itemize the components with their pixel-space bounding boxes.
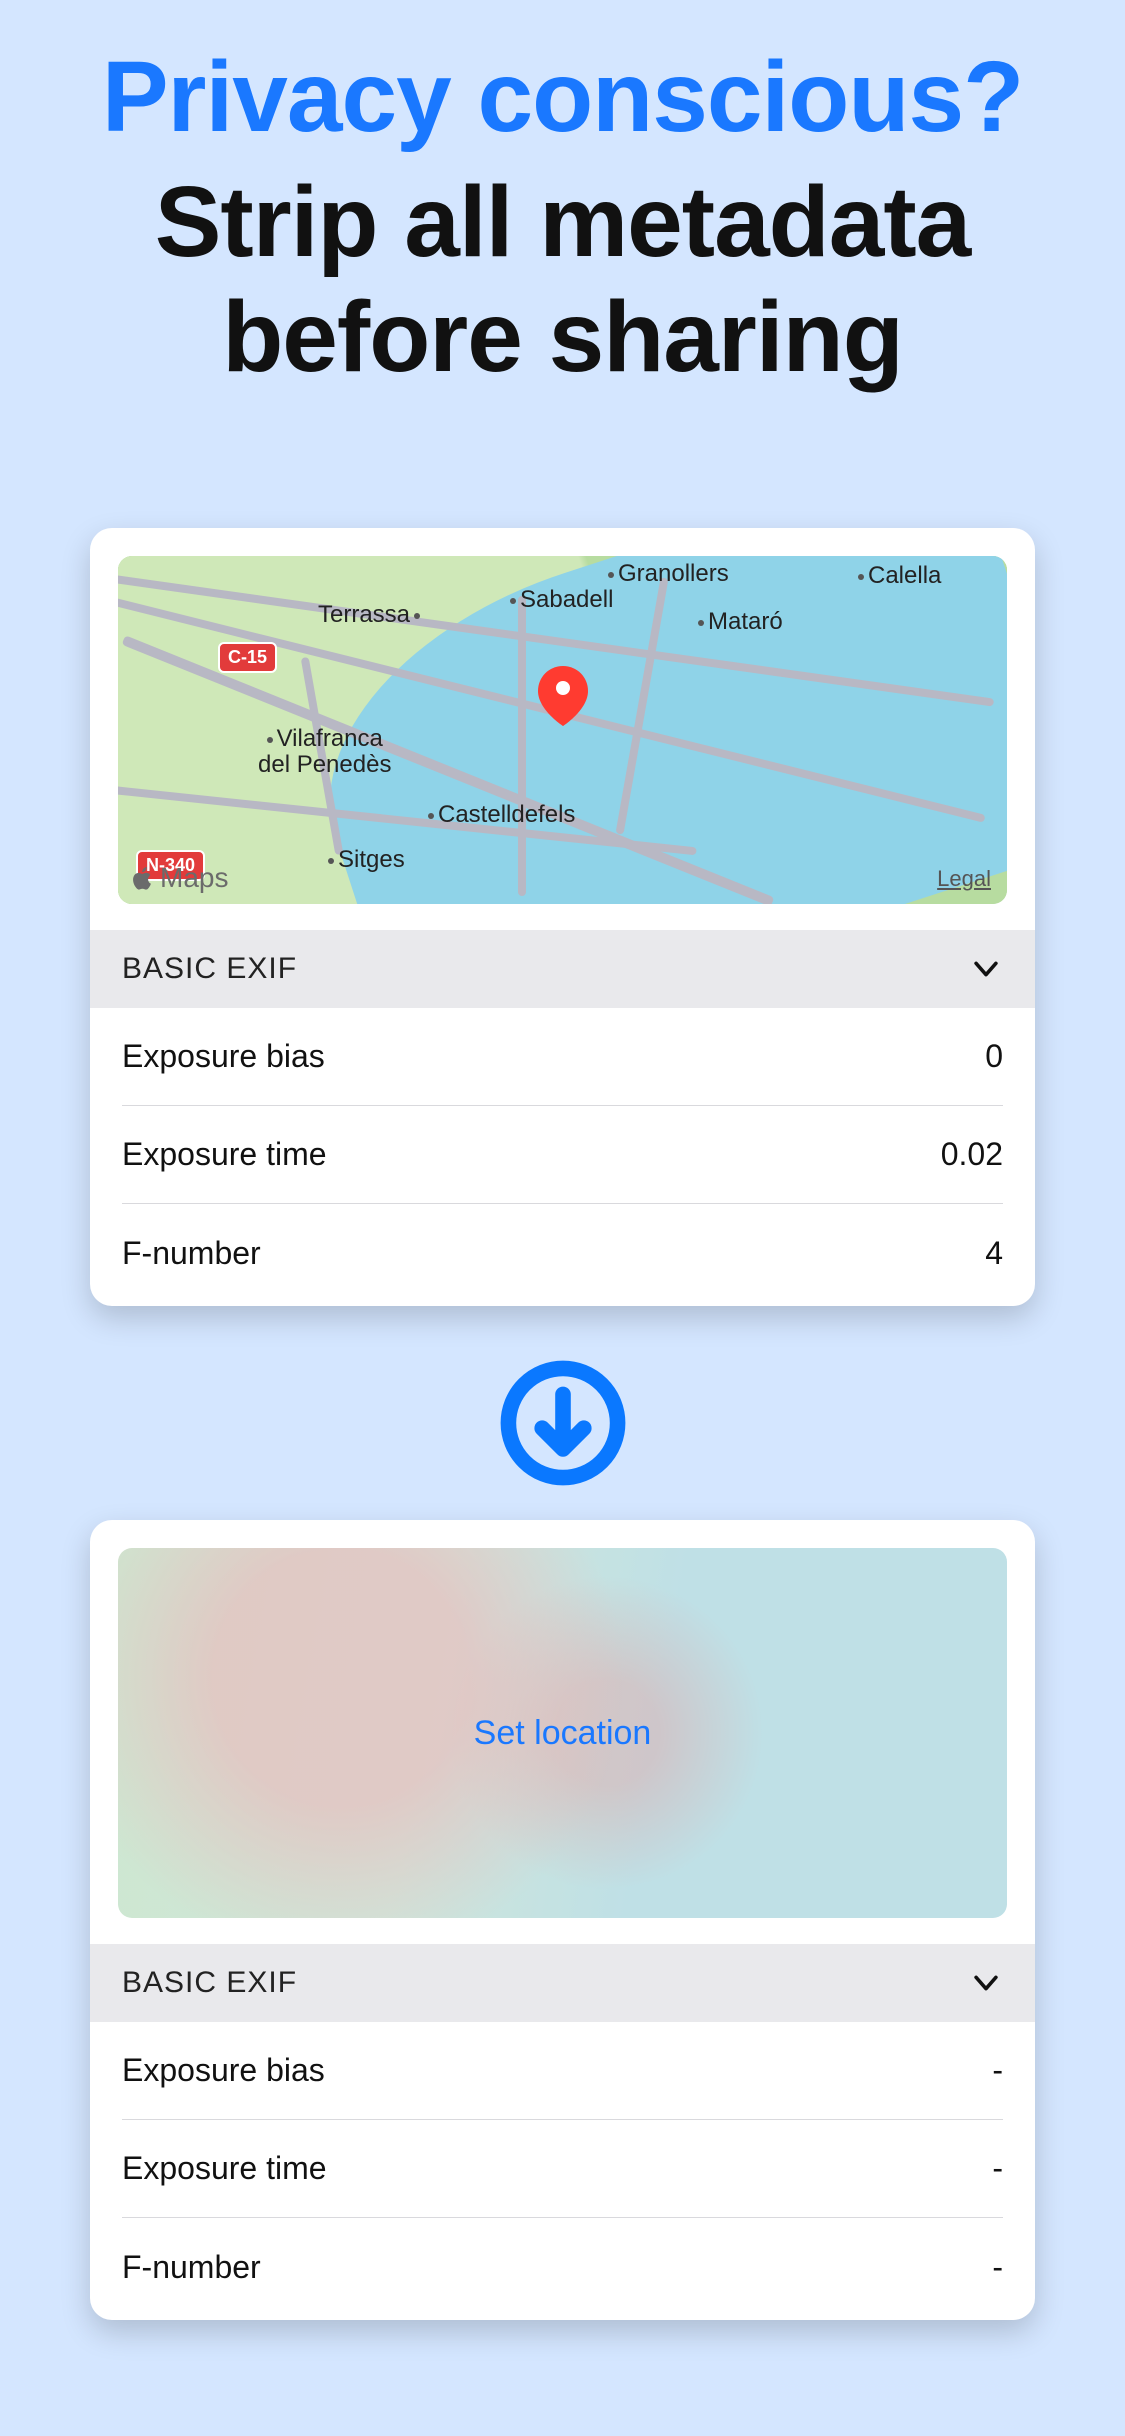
road-shield: C-15 (218, 642, 277, 673)
headline-question: Privacy conscious? (0, 40, 1125, 155)
exif-section-header[interactable]: BASIC EXIF (90, 1944, 1035, 2022)
exif-section-title: BASIC EXIF (122, 1966, 297, 2000)
exif-label: Exposure time (122, 2150, 327, 2187)
exif-row: F-number - (122, 2218, 1003, 2316)
exif-value: - (992, 2249, 1003, 2286)
map-city-label: Granollers (608, 560, 729, 588)
chevron-down-icon (969, 1966, 1003, 2000)
exif-label: Exposure bias (122, 2052, 325, 2089)
map-city-label: Vilafranca del Penedès (258, 726, 391, 779)
exif-row: Exposure time - (122, 2120, 1003, 2218)
exif-value: 0.02 (941, 1136, 1003, 1173)
apple-logo-icon (130, 865, 156, 891)
map-legal-link[interactable]: Legal (937, 866, 991, 892)
headline: Privacy conscious? Strip all metadata be… (0, 0, 1125, 395)
exif-label: Exposure time (122, 1136, 327, 1173)
exif-row: F-number 4 (122, 1204, 1003, 1302)
exif-label: F-number (122, 1235, 261, 1272)
map-road (518, 596, 526, 896)
map-preview[interactable]: Terrassa Sabadell Granollers Calella Mat… (118, 556, 1007, 904)
after-card: Set location BASIC EXIF Exposure bias - … (90, 1520, 1035, 2320)
map-city-label: Sabadell (510, 586, 613, 614)
exif-section-title: BASIC EXIF (122, 952, 297, 986)
map-city-label: Calella (858, 562, 941, 590)
chevron-down-icon (969, 952, 1003, 986)
exif-section-header[interactable]: BASIC EXIF (90, 930, 1035, 1008)
exif-row: Exposure bias 0 (122, 1008, 1003, 1106)
exif-value: 4 (985, 1235, 1003, 1272)
arrow-down-icon (498, 1358, 628, 1488)
map-city-label: Castelldefels (428, 801, 575, 829)
map-city-label: Terrassa (318, 601, 420, 629)
exif-value: - (992, 2052, 1003, 2089)
exif-label: Exposure bias (122, 1038, 325, 1075)
exif-rows: Exposure bias - Exposure time - F-number… (90, 2022, 1035, 2316)
map-city-label: Mataró (698, 608, 783, 636)
exif-row: Exposure bias - (122, 2022, 1003, 2120)
headline-statement: Strip all metadata before sharing (0, 165, 1125, 395)
before-card: Terrassa Sabadell Granollers Calella Mat… (90, 528, 1035, 1306)
set-location-button[interactable]: Set location (118, 1548, 1007, 1918)
map-city-label: Sitges (328, 846, 405, 874)
exif-row: Exposure time 0.02 (122, 1106, 1003, 1204)
exif-value: 0 (985, 1038, 1003, 1075)
map-preview-empty[interactable]: Set location (118, 1548, 1007, 1918)
exif-rows: Exposure bias 0 Exposure time 0.02 F-num… (90, 1008, 1035, 1302)
maps-attribution: Maps (130, 862, 228, 894)
exif-label: F-number (122, 2249, 261, 2286)
map-pin-icon (538, 666, 588, 716)
exif-value: - (992, 2150, 1003, 2187)
